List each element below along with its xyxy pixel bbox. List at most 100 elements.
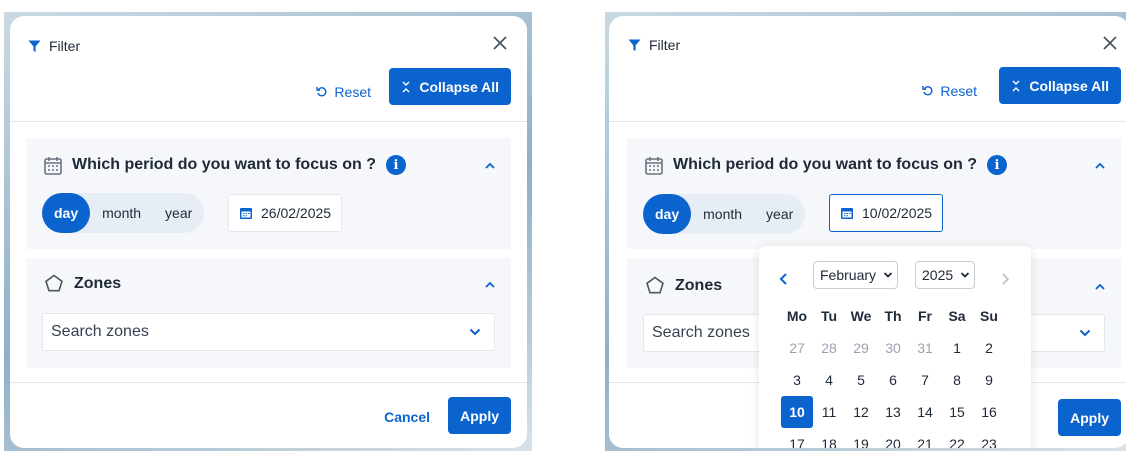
zones-placeholder: Search zones (51, 323, 149, 340)
calendar-day[interactable]: 31 (909, 332, 941, 364)
calendar-day[interactable]: 18 (813, 428, 845, 448)
zones-section-header: Zones (645, 276, 722, 295)
info-icon[interactable]: i (986, 155, 1007, 175)
date-input[interactable]: 10/02/2025 (829, 194, 944, 232)
calendar-day[interactable]: 8 (941, 364, 973, 396)
chevron-up-icon[interactable] (1093, 159, 1107, 173)
period-day-option[interactable]: day (42, 193, 91, 233)
chevron-down-icon (1079, 329, 1091, 337)
calendar-day[interactable]: 23 (973, 428, 1005, 448)
cancel-button[interactable]: Cancel (384, 409, 430, 425)
filter-title: Filter (49, 38, 81, 54)
calendar-grid-icon (44, 156, 62, 175)
calendar-day[interactable]: 27 (781, 332, 813, 364)
collapse-all-label: Collapse All (1029, 77, 1109, 94)
weekday-header: Th (884, 308, 902, 324)
weekday-header: We (850, 308, 872, 324)
date-input[interactable]: 26/02/2025 (228, 194, 343, 232)
calendar-day[interactable]: 12 (845, 396, 877, 428)
calendar-day[interactable]: 6 (877, 364, 909, 396)
footer-divider (10, 382, 527, 383)
pentagon-icon (45, 274, 63, 292)
date-calendar-icon (841, 208, 853, 219)
zones-section-header: Zones (44, 274, 121, 293)
date-picker-popup: February 2025 Mo Tu We Th Fr Sa Su 27 28 29 30 31 1 2… (759, 246, 1031, 448)
calendar-day[interactable]: 11 (813, 396, 845, 428)
calendar-day[interactable]: 7 (909, 364, 941, 396)
calendar-day[interactable]: 3 (781, 364, 813, 396)
calendar-day[interactable]: 9 (973, 364, 1005, 396)
year-select[interactable]: 2025 (915, 261, 975, 289)
next-month-icon[interactable] (998, 272, 1012, 286)
chevron-up-icon[interactable] (483, 159, 497, 173)
calendar-day[interactable]: 13 (877, 396, 909, 428)
period-section-header: Which period do you want to focus on ? i (44, 155, 406, 175)
period-year-option[interactable]: year (754, 194, 805, 234)
prev-month-icon[interactable] (777, 272, 791, 286)
zones-section: Zones Search zones (26, 258, 511, 368)
calendar-day[interactable]: 20 (877, 428, 909, 448)
apply-button[interactable]: Apply (1058, 399, 1121, 436)
weekday-header: Mo (786, 308, 808, 324)
calendar-day[interactable]: 15 (941, 396, 973, 428)
filter-panel-right: Filter Reset Collapse All Which period d… (609, 16, 1126, 448)
calendar-day[interactable]: 17 (781, 428, 813, 448)
header-divider (609, 121, 1126, 122)
chevron-down-icon (469, 328, 481, 336)
chevron-down-icon (960, 272, 970, 278)
calendar-day[interactable]: 30 (877, 332, 909, 364)
reset-icon (922, 86, 933, 96)
collapse-icon (402, 81, 410, 92)
calendar-day[interactable]: 1 (941, 332, 973, 364)
zones-title: Zones (74, 274, 122, 292)
period-day-option[interactable]: day (643, 194, 692, 234)
chevron-up-icon[interactable] (483, 278, 497, 292)
calendar-day[interactable]: 28 (813, 332, 845, 364)
calendar-day[interactable]: 29 (845, 332, 877, 364)
period-toggle: day month year (643, 194, 806, 234)
left-screenshot-backdrop: Filter Reset Collapse All Which period d… (4, 12, 532, 451)
weekday-header: Su (980, 308, 998, 324)
calendar-day[interactable]: 21 (909, 428, 941, 448)
date-calendar-icon (240, 208, 252, 219)
chevron-up-icon[interactable] (1093, 280, 1107, 294)
month-select[interactable]: February (813, 261, 898, 289)
reset-button[interactable]: Reset (316, 84, 371, 100)
filter-panel-left: Filter Reset Collapse All Which period d… (10, 16, 527, 448)
zones-search-select[interactable]: Search zones (42, 313, 495, 351)
header-divider (10, 121, 527, 122)
apply-button[interactable]: Apply (448, 397, 511, 434)
period-title: Which period do you want to focus on ? (72, 156, 376, 173)
period-month-option[interactable]: month (90, 193, 153, 233)
period-year-option[interactable]: year (153, 193, 204, 233)
filter-header: Filter (28, 38, 80, 54)
calendar-day[interactable]: 16 (973, 396, 1005, 428)
calendar-day[interactable]: 4 (813, 364, 845, 396)
calendar-day[interactable]: 2 (973, 332, 1005, 364)
period-title: Which period do you want to focus on ? (673, 156, 977, 173)
weekday-header: Sa (948, 308, 966, 324)
calendar-day[interactable]: 14 (909, 396, 941, 428)
reset-label: Reset (940, 83, 977, 99)
calendar-day[interactable]: 5 (845, 364, 877, 396)
collapse-all-label: Collapse All (419, 78, 499, 95)
apply-label: Apply (460, 407, 499, 424)
year-select-value: 2025 (922, 267, 954, 283)
zones-placeholder: Search zones (652, 324, 750, 341)
date-value: 26/02/2025 (261, 205, 332, 221)
weekday-header: Tu (820, 308, 838, 324)
collapse-all-button[interactable]: Collapse All (999, 67, 1121, 104)
collapse-icon (1012, 80, 1020, 91)
period-month-option[interactable]: month (691, 194, 754, 234)
close-icon[interactable] (489, 32, 511, 54)
zones-title: Zones (675, 276, 723, 294)
close-icon[interactable] (1099, 32, 1121, 54)
calendar-day-selected[interactable]: 10 (781, 396, 813, 428)
period-section: Which period do you want to focus on ? i… (26, 138, 511, 249)
calendar-day[interactable]: 22 (941, 428, 973, 448)
info-icon[interactable]: i (385, 155, 406, 175)
filter-title: Filter (649, 37, 681, 53)
reset-button[interactable]: Reset (922, 83, 977, 99)
calendar-day[interactable]: 19 (845, 428, 877, 448)
collapse-all-button[interactable]: Collapse All (389, 68, 511, 105)
